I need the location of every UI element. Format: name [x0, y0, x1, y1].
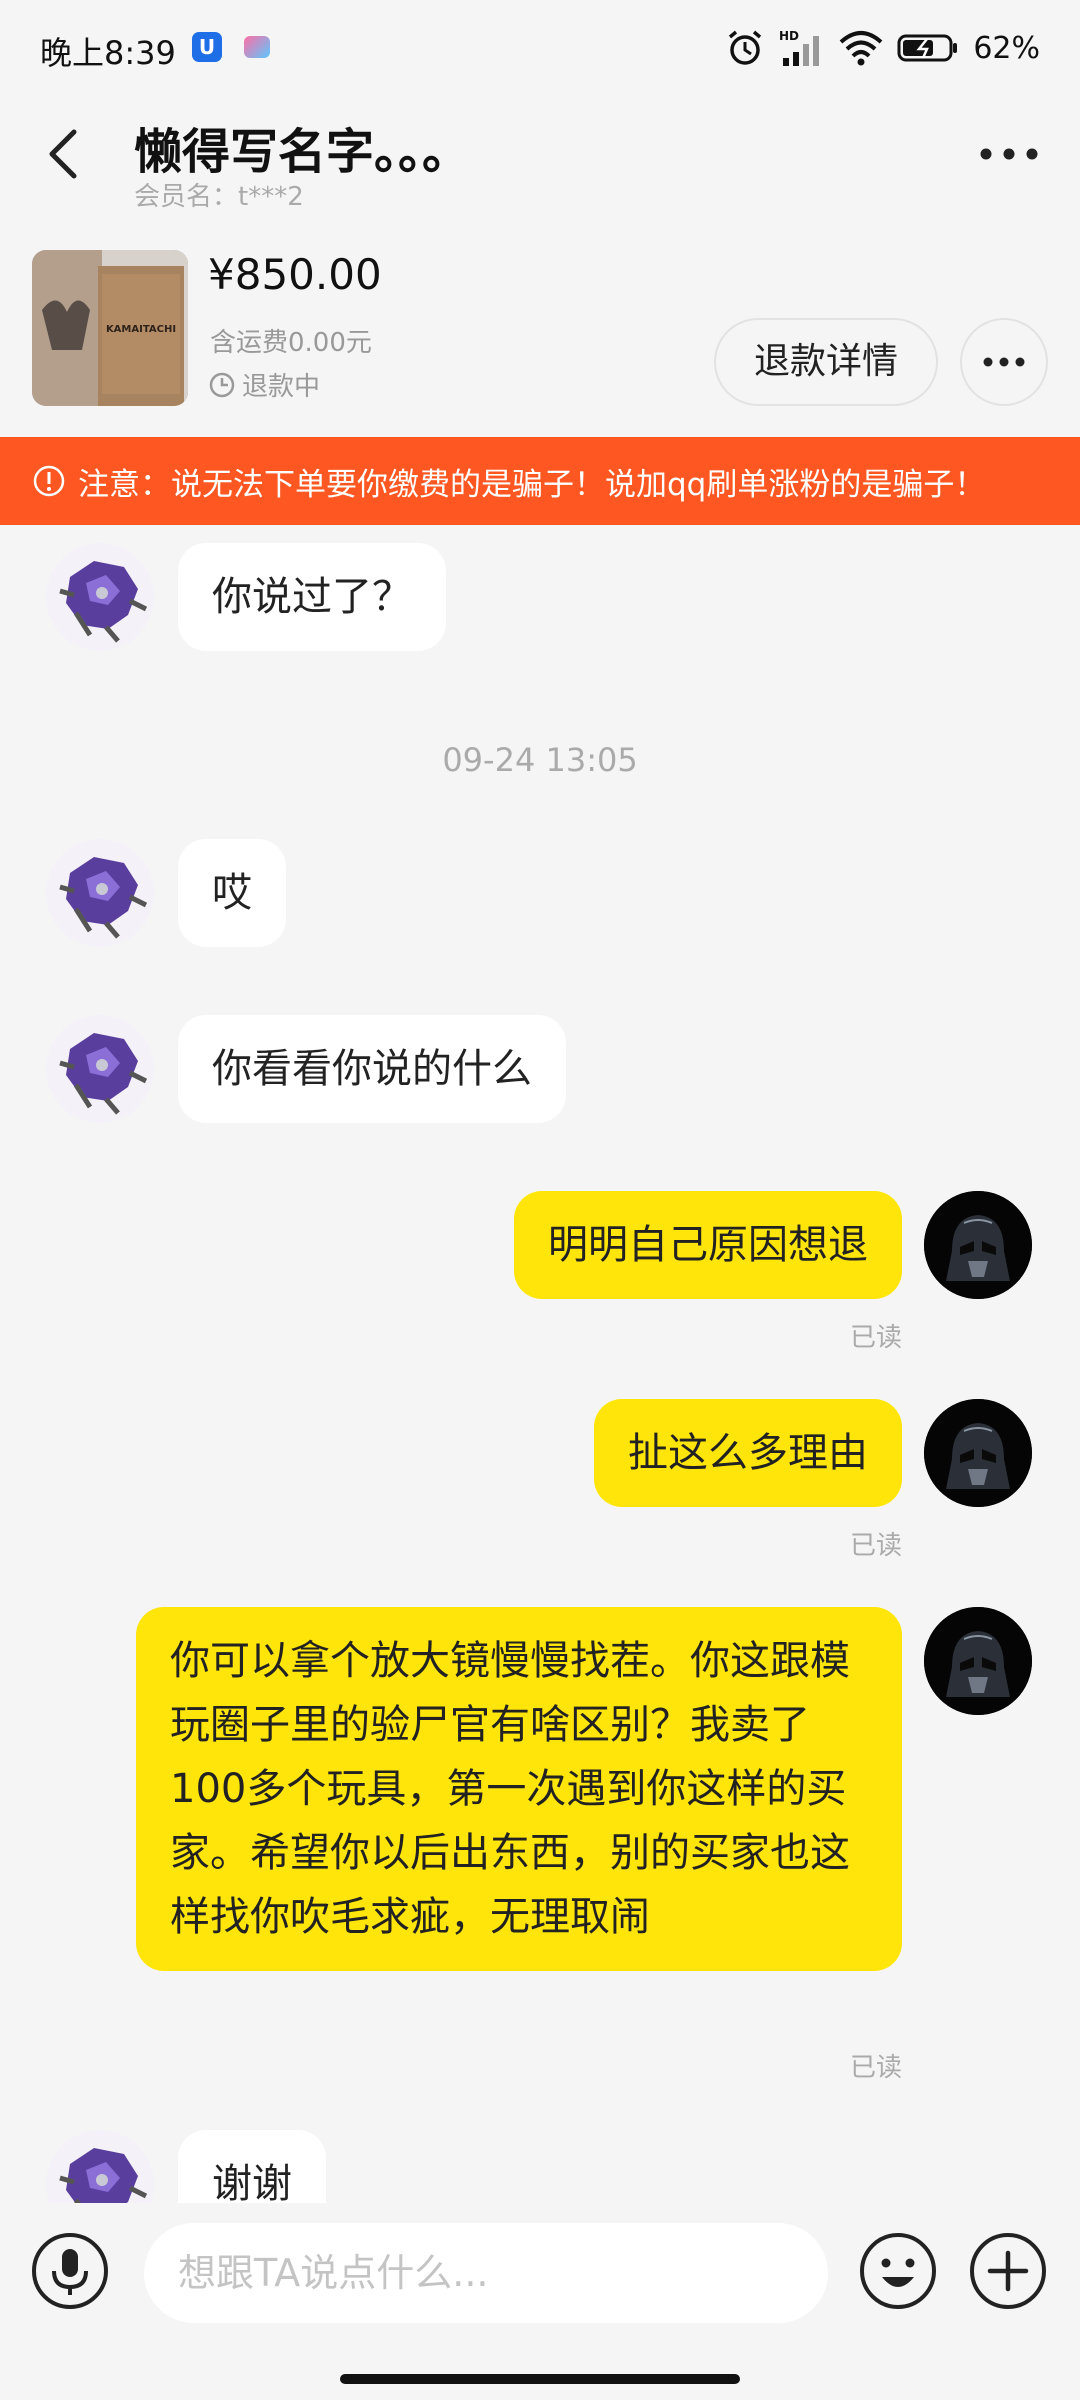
- message-bubble[interactable]: 明明自己原因想退: [514, 1191, 902, 1299]
- product-box-label: KAMAITACHI: [106, 324, 176, 335]
- message-bubble[interactable]: 你说过了？: [178, 543, 446, 651]
- microphone-icon: [32, 2233, 108, 2309]
- read-receipt: 已读: [849, 1323, 902, 1353]
- status-time: 晚上8:39: [40, 34, 176, 72]
- fraud-warning-text: 注意：说无法下单要你缴费的是骗子！说加qq刷单涨粉的是骗子！: [78, 466, 986, 503]
- message-bubble[interactable]: 你看看你说的什么: [178, 1015, 566, 1123]
- product-image[interactable]: KAMAITACHI: [32, 250, 188, 406]
- clock-icon: [209, 372, 235, 397]
- chevron-left-icon: [49, 129, 77, 179]
- battery-level: 62%: [973, 30, 1040, 66]
- more-dots-icon: [980, 148, 1038, 160]
- read-receipt: 已读: [849, 1531, 902, 1561]
- chat-header: 懒得写名字。。。 会员名：t***2: [0, 96, 1080, 226]
- fraud-warning-banner: 注意：说无法下单要你缴费的是骗子！说加qq刷单涨粉的是骗子！: [0, 437, 1080, 525]
- emoji-icon: [860, 2233, 936, 2309]
- product-shipping: 含运费0.00元: [210, 328, 372, 358]
- message-bubble[interactable]: 哎: [178, 839, 286, 947]
- my-avatar[interactable]: [924, 1399, 1032, 1507]
- refund-details-button[interactable]: 退款详情: [714, 318, 938, 406]
- member-name: 会员名：t***2: [134, 182, 304, 212]
- seller-avatar[interactable]: [46, 1015, 154, 1123]
- wifi-icon: [839, 30, 883, 66]
- more-dots-icon: [983, 357, 1025, 367]
- app-notification-icon: U: [192, 32, 222, 62]
- header-more-button[interactable]: [974, 126, 1044, 182]
- signal-icon: HD: [779, 28, 825, 68]
- product-card[interactable]: KAMAITACHI ¥850.00 含运费0.00元 退款中 退款详情: [0, 230, 1080, 430]
- read-receipt: 已读: [849, 2053, 902, 2083]
- refund-status: 退款中: [208, 366, 320, 403]
- time-separator: 09-24 13:05: [442, 741, 638, 779]
- plus-icon: [970, 2233, 1046, 2309]
- network-label: HD: [779, 29, 799, 43]
- add-button[interactable]: [968, 2231, 1048, 2311]
- alarm-icon: [725, 28, 765, 68]
- my-avatar[interactable]: [924, 1607, 1032, 1715]
- game-notification-icon: [244, 36, 270, 58]
- seller-avatar[interactable]: [46, 839, 154, 947]
- status-indicators: HD 62%: [725, 26, 1040, 70]
- back-button[interactable]: [36, 124, 96, 184]
- seller-avatar[interactable]: [46, 2130, 154, 2203]
- status-bar: 晚上8:39 U HD 62%: [0, 0, 1080, 96]
- refund-status-text: 退款中: [242, 372, 321, 402]
- chat-messages[interactable]: 你说过了？ 09-24 13:05 哎 你看看你说的什么 明明自己原因想退 已读…: [0, 525, 1080, 2203]
- battery-icon: [897, 33, 959, 63]
- product-price: ¥850.00: [208, 250, 382, 299]
- chat-title: 懒得写名字。。。: [134, 124, 471, 180]
- message-bubble[interactable]: 谢谢: [178, 2130, 326, 2203]
- card-more-button[interactable]: [960, 318, 1048, 406]
- message-bubble[interactable]: 扯这么多理由: [594, 1399, 902, 1507]
- seller-avatar[interactable]: [46, 543, 154, 651]
- my-avatar[interactable]: [924, 1191, 1032, 1299]
- voice-button[interactable]: [30, 2231, 110, 2311]
- message-bubble[interactable]: 你可以拿个放大镜慢慢找茬。你这跟模玩圈子里的验尸官有啥区别？我卖了100多个玩具…: [136, 1607, 902, 1971]
- message-input[interactable]: [144, 2223, 828, 2323]
- emoji-button[interactable]: [858, 2231, 938, 2311]
- input-bar: [0, 2203, 1080, 2353]
- alert-circle-icon: [33, 465, 65, 497]
- home-indicator[interactable]: [340, 2374, 740, 2384]
